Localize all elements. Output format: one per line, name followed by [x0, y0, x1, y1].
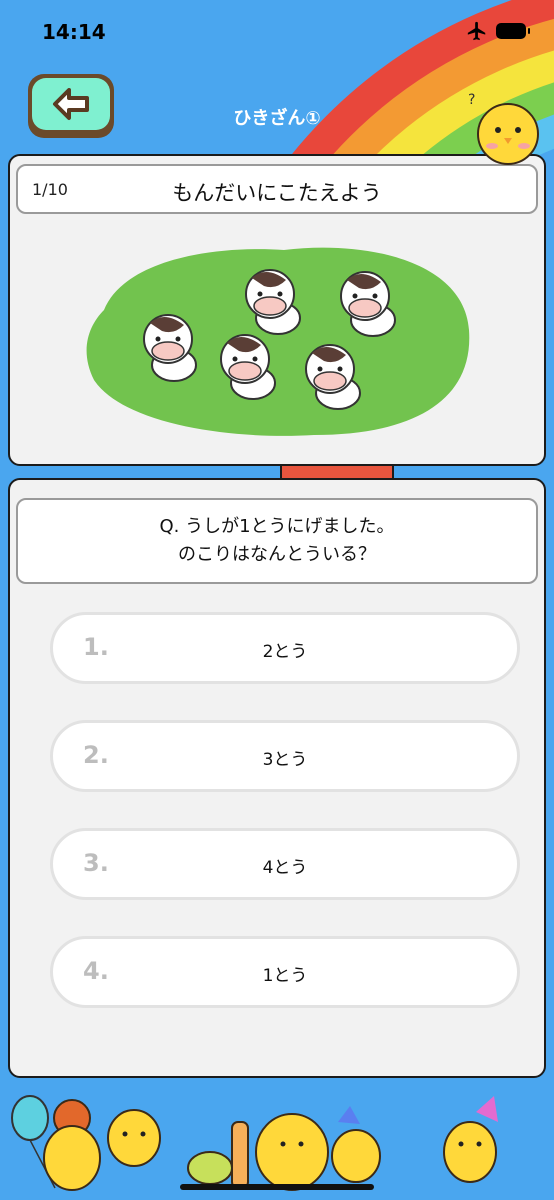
answer-option-4[interactable]: 4. 1とう	[50, 936, 520, 1008]
answer-label: 3とう	[262, 750, 308, 770]
question-text-line1: Q. うしが1とうにげました。	[159, 516, 395, 537]
answer-label: 2とう	[262, 642, 308, 662]
answer-label: 4とう	[262, 858, 308, 878]
chick-party-illustration	[11, 1095, 498, 1191]
svg-text:?: ?	[468, 92, 475, 108]
instruction-text: もんだいにこたえよう	[172, 181, 382, 205]
progress-header: 1/10 もんだいにこたえよう	[16, 164, 538, 214]
cows-illustration	[86, 247, 470, 436]
home-indicator[interactable]	[180, 1184, 374, 1190]
status-time: 14:14	[42, 20, 106, 44]
status-bar: 14:14	[0, 0, 554, 64]
question-box: Q. うしが1とうにげました。 のこりはなんとういる？	[16, 498, 538, 584]
answer-option-1[interactable]: 1. 2とう	[50, 612, 520, 684]
question-text-line2: のこりはなんとういる？	[178, 544, 376, 565]
answer-option-3[interactable]: 3. 4とう	[50, 828, 520, 900]
answer-label: 1とう	[262, 966, 308, 986]
battery-icon	[496, 23, 530, 39]
chick-mascot-icon: ?	[468, 92, 539, 165]
quiz-image-card: 1/10 もんだいにこたえよう	[8, 154, 546, 466]
airplane-mode-icon	[467, 21, 486, 41]
quiz-answer-card: Q. うしが1とうにげました。 のこりはなんとういる？ 1. 2とう 2. 3と…	[8, 478, 546, 1078]
answer-option-2[interactable]: 2. 3とう	[50, 720, 520, 792]
